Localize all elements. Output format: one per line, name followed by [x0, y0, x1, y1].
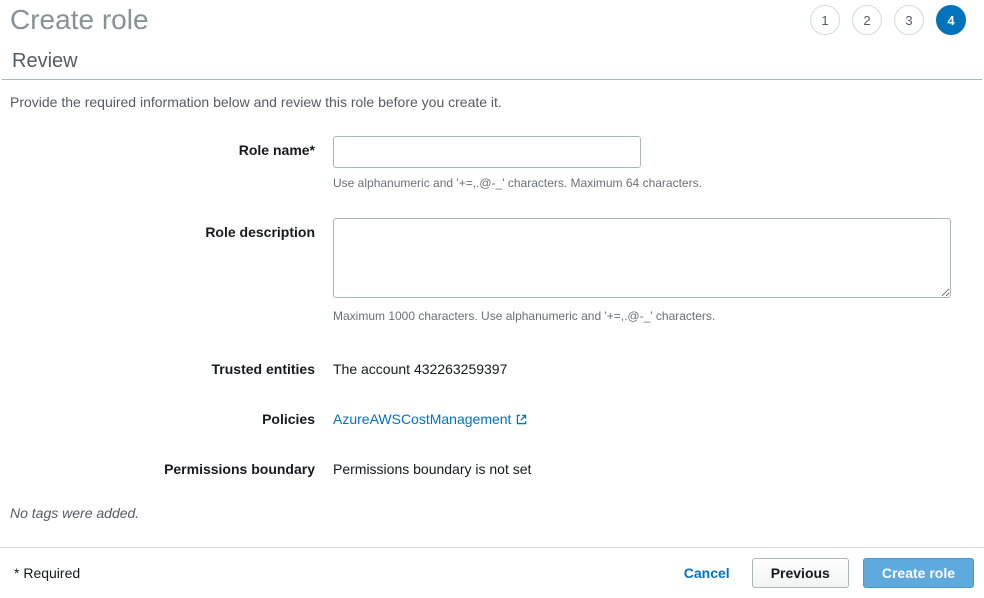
- tags-note: No tags were added.: [0, 505, 984, 533]
- step-4[interactable]: 4: [936, 5, 966, 35]
- role-name-input[interactable]: [333, 136, 641, 168]
- value-permissions-boundary: Permissions boundary is not set: [333, 455, 974, 477]
- header: Create role 1 2 3 4: [0, 4, 984, 36]
- row-trusted-entities: Trusted entities The account 43226325939…: [10, 355, 974, 377]
- row-permissions-boundary: Permissions boundary Permissions boundar…: [10, 455, 974, 477]
- policy-link[interactable]: AzureAWSCostManagement: [333, 411, 528, 427]
- policy-link-text: AzureAWSCostManagement: [333, 411, 511, 427]
- footer: * Required Cancel Previous Create role: [0, 547, 984, 598]
- section-title: Review: [2, 36, 982, 80]
- helper-role-name: Use alphanumeric and '+=,.@-_' character…: [333, 176, 974, 190]
- required-note: * Required: [14, 565, 80, 581]
- external-link-icon: [515, 413, 528, 426]
- previous-button[interactable]: Previous: [752, 558, 849, 588]
- step-1[interactable]: 1: [810, 5, 840, 35]
- label-trusted-entities: Trusted entities: [10, 355, 333, 377]
- step-3[interactable]: 3: [894, 5, 924, 35]
- label-policies: Policies: [10, 405, 333, 427]
- label-role-name: Role name*: [10, 136, 333, 158]
- row-policies: Policies AzureAWSCostManagement: [10, 405, 974, 427]
- page-title: Create role: [10, 4, 149, 36]
- cancel-button[interactable]: Cancel: [676, 559, 738, 587]
- form: Role name* Use alphanumeric and '+=,.@-_…: [0, 128, 984, 477]
- label-permissions-boundary: Permissions boundary: [10, 455, 333, 477]
- create-role-button[interactable]: Create role: [863, 558, 974, 588]
- footer-actions: Cancel Previous Create role: [676, 558, 974, 588]
- row-role-description: Role description: [10, 218, 974, 301]
- helper-role-description: Maximum 1000 characters. Use alphanumeri…: [333, 309, 974, 323]
- label-role-description: Role description: [10, 218, 333, 240]
- value-trusted-entities: The account 432263259397: [333, 355, 974, 377]
- row-role-name: Role name*: [10, 136, 974, 168]
- stepper: 1 2 3 4: [810, 5, 974, 35]
- role-description-input[interactable]: [333, 218, 951, 298]
- section-intro: Provide the required information below a…: [0, 80, 984, 128]
- step-2[interactable]: 2: [852, 5, 882, 35]
